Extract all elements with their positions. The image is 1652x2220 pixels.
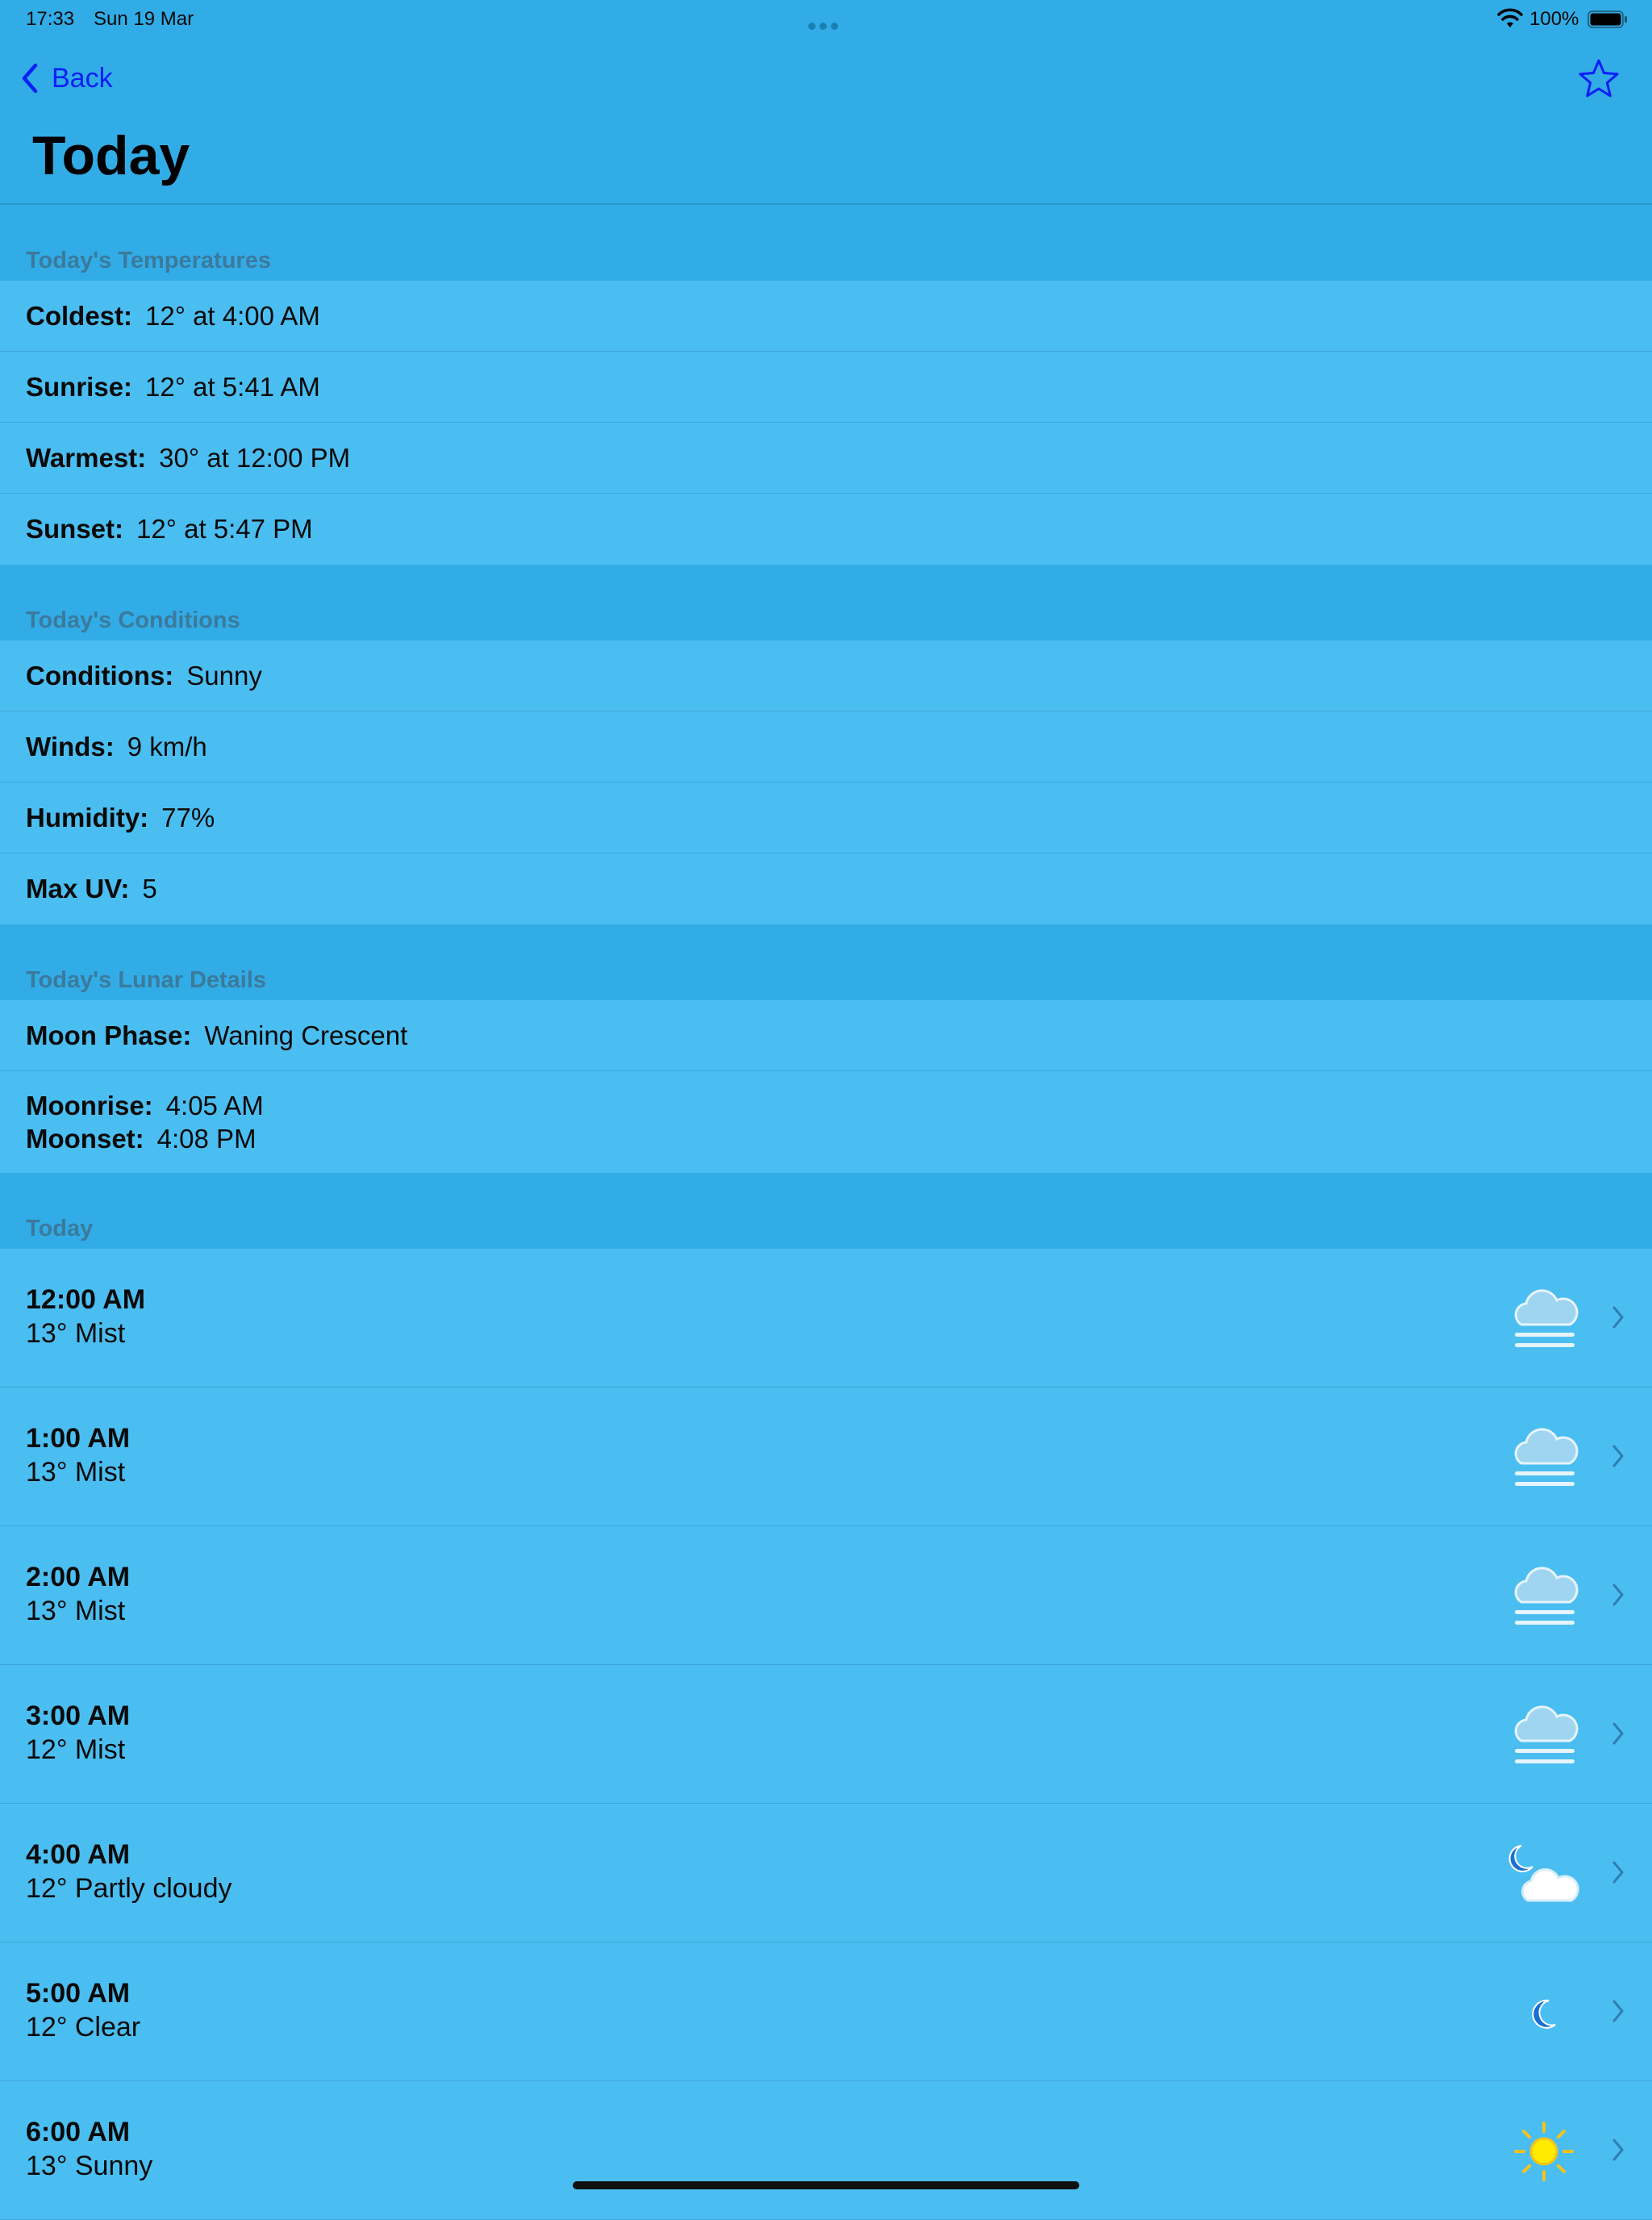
- chevron-right-icon: [1612, 1584, 1624, 1606]
- row-key: Max UV:: [26, 874, 130, 903]
- row-value: 9 km/h: [127, 731, 207, 762]
- favorite-star-icon[interactable]: [1576, 56, 1621, 102]
- content-list[interactable]: Today's Temperatures Coldest: 12° at 4:0…: [0, 205, 1652, 2220]
- moon-icon: [1532, 1999, 1556, 2029]
- row-value: 5: [142, 874, 157, 903]
- hourly-row[interactable]: 12:00 AM 13° Mist: [0, 1249, 1652, 1388]
- section-header-hourly: Today: [0, 1173, 1652, 1249]
- hour-time: 5:00 AM: [26, 1978, 131, 2009]
- wifi-icon: [1497, 8, 1523, 27]
- hour-time: 1:00 AM: [26, 1423, 131, 1454]
- chevron-right-icon: [1612, 1306, 1624, 1329]
- section-header-label: Today: [26, 1216, 94, 1241]
- row-sunrise: Sunrise: 12° at 5:41 AM: [0, 352, 1652, 423]
- navigation-bar: Back Today: [0, 40, 1652, 205]
- hour-description: 13° Mist: [26, 1596, 126, 1626]
- status-date: Sun 19 Mar: [94, 8, 194, 30]
- section-header-lunar: Today's Lunar Details: [0, 924, 1652, 1000]
- hour-description: 13° Mist: [26, 1457, 126, 1488]
- section-header-label: Today's Conditions: [26, 607, 240, 633]
- row-key: Sunrise:: [26, 371, 133, 402]
- chevron-right-icon: [1612, 1861, 1624, 1884]
- back-button[interactable]: Back: [19, 58, 113, 98]
- hour-description: 12° Mist: [26, 1734, 126, 1765]
- chevron-right-icon: [1612, 1445, 1624, 1467]
- hour-time: 4:00 AM: [26, 1839, 131, 1870]
- battery-percentage: 100%: [1529, 8, 1579, 30]
- row-coldest: Coldest: 12° at 4:00 AM: [0, 281, 1652, 352]
- row-key: Winds:: [26, 731, 115, 762]
- hour-time: 2:00 AM: [26, 1562, 131, 1592]
- row-key: Moon Phase:: [26, 1020, 192, 1050]
- chevron-left-icon: [22, 63, 38, 94]
- hour-description: 13° Sunny: [26, 2151, 153, 2181]
- section-header-label: Today's Lunar Details: [26, 967, 267, 993]
- hourly-row[interactable]: 6:00 AM 13° Sunny: [0, 2081, 1652, 2220]
- mist-icon: [1514, 1428, 1579, 1486]
- hourly-row[interactable]: 5:00 AM 12° Clear: [0, 1942, 1652, 2081]
- conditions-section: Conditions: Sunny Winds: 9 km/h Humidity…: [0, 641, 1652, 924]
- row-moonrise-moonset: Moonrise: 4:05 AM Moonset: 4:08 PM: [0, 1071, 1652, 1173]
- row-max-uv: Max UV: 5: [0, 853, 1652, 924]
- row-key: Coldest:: [26, 300, 132, 331]
- row-warmest: Warmest: 30° at 12:00 PM: [0, 423, 1652, 494]
- row-value: 30° at 12:00 PM: [159, 442, 351, 473]
- hour-time: 12:00 AM: [26, 1284, 146, 1315]
- hourly-row[interactable]: 2:00 AM 13° Mist: [0, 1526, 1652, 1665]
- row-key: Humidity:: [26, 802, 149, 832]
- row-value: 77%: [161, 802, 215, 832]
- multitasking-dots-icon[interactable]: [808, 13, 844, 30]
- chevron-right-icon: [1612, 2000, 1624, 2022]
- row-key: Moonset:: [26, 1124, 144, 1154]
- row-key: Moonrise:: [26, 1091, 153, 1120]
- row-key: Conditions:: [26, 660, 174, 691]
- lunar-section: Moon Phase: Waning Crescent Moonrise: 4:…: [0, 1000, 1652, 1173]
- hour-time: 3:00 AM: [26, 1700, 131, 1731]
- sun-icon: [1514, 2122, 1574, 2181]
- chevron-right-icon: [1612, 2139, 1624, 2161]
- row-value: 4:08 PM: [156, 1124, 257, 1154]
- hourly-list: 12:00 AM 13° Mist 1:00 AM 13° Mist 2:00 …: [0, 1249, 1652, 2220]
- page-title: Today: [32, 125, 190, 186]
- moonrise-line: Moonrise: 4:05 AM: [26, 1089, 264, 1122]
- row-value: 12° at 4:00 AM: [145, 300, 320, 331]
- row-moon-phase: Moon Phase: Waning Crescent: [0, 1000, 1652, 1071]
- partly-cloudy-night-icon: [1508, 1845, 1579, 1902]
- status-time: 17:33: [26, 8, 75, 30]
- mist-icon: [1514, 1705, 1579, 1763]
- hour-description: 12° Clear: [26, 2012, 141, 2043]
- row-sunset: Sunset: 12° at 5:47 PM: [0, 494, 1652, 565]
- row-value: Waning Crescent: [204, 1020, 408, 1050]
- mist-icon: [1514, 1567, 1579, 1625]
- hourly-row[interactable]: 1:00 AM 13° Mist: [0, 1388, 1652, 1526]
- hourly-row[interactable]: 3:00 AM 12° Mist: [0, 1665, 1652, 1804]
- row-key: Sunset:: [26, 514, 124, 544]
- mist-icon: [1514, 1289, 1579, 1347]
- section-header-conditions: Today's Conditions: [0, 565, 1652, 641]
- status-bar: 17:33 Sun 19 Mar 100%: [0, 0, 1652, 40]
- hour-time: 6:00 AM: [26, 2117, 131, 2147]
- row-winds: Winds: 9 km/h: [0, 711, 1652, 782]
- row-value: 12° at 5:41 AM: [145, 371, 320, 402]
- battery-icon: [1587, 10, 1627, 28]
- row-value: 4:05 AM: [165, 1091, 264, 1120]
- chevron-right-icon: [1612, 1722, 1624, 1745]
- section-header-temperatures: Today's Temperatures: [0, 205, 1652, 281]
- row-key: Warmest:: [26, 442, 147, 473]
- section-header-label: Today's Temperatures: [26, 248, 271, 273]
- row-value: Sunny: [186, 660, 262, 691]
- hour-description: 13° Mist: [26, 1318, 126, 1349]
- row-conditions: Conditions: Sunny: [0, 641, 1652, 711]
- home-indicator[interactable]: [573, 2181, 1079, 2189]
- row-humidity: Humidity: 77%: [0, 782, 1652, 853]
- row-value: 12° at 5:47 PM: [136, 514, 313, 544]
- moonset-line: Moonset: 4:08 PM: [26, 1122, 257, 1155]
- hourly-row[interactable]: 4:00 AM 12° Partly cloudy: [0, 1804, 1652, 1942]
- hour-description: 12° Partly cloudy: [26, 1873, 232, 1904]
- back-label: Back: [52, 62, 113, 94]
- temperatures-section: Coldest: 12° at 4:00 AM Sunrise: 12° at …: [0, 281, 1652, 565]
